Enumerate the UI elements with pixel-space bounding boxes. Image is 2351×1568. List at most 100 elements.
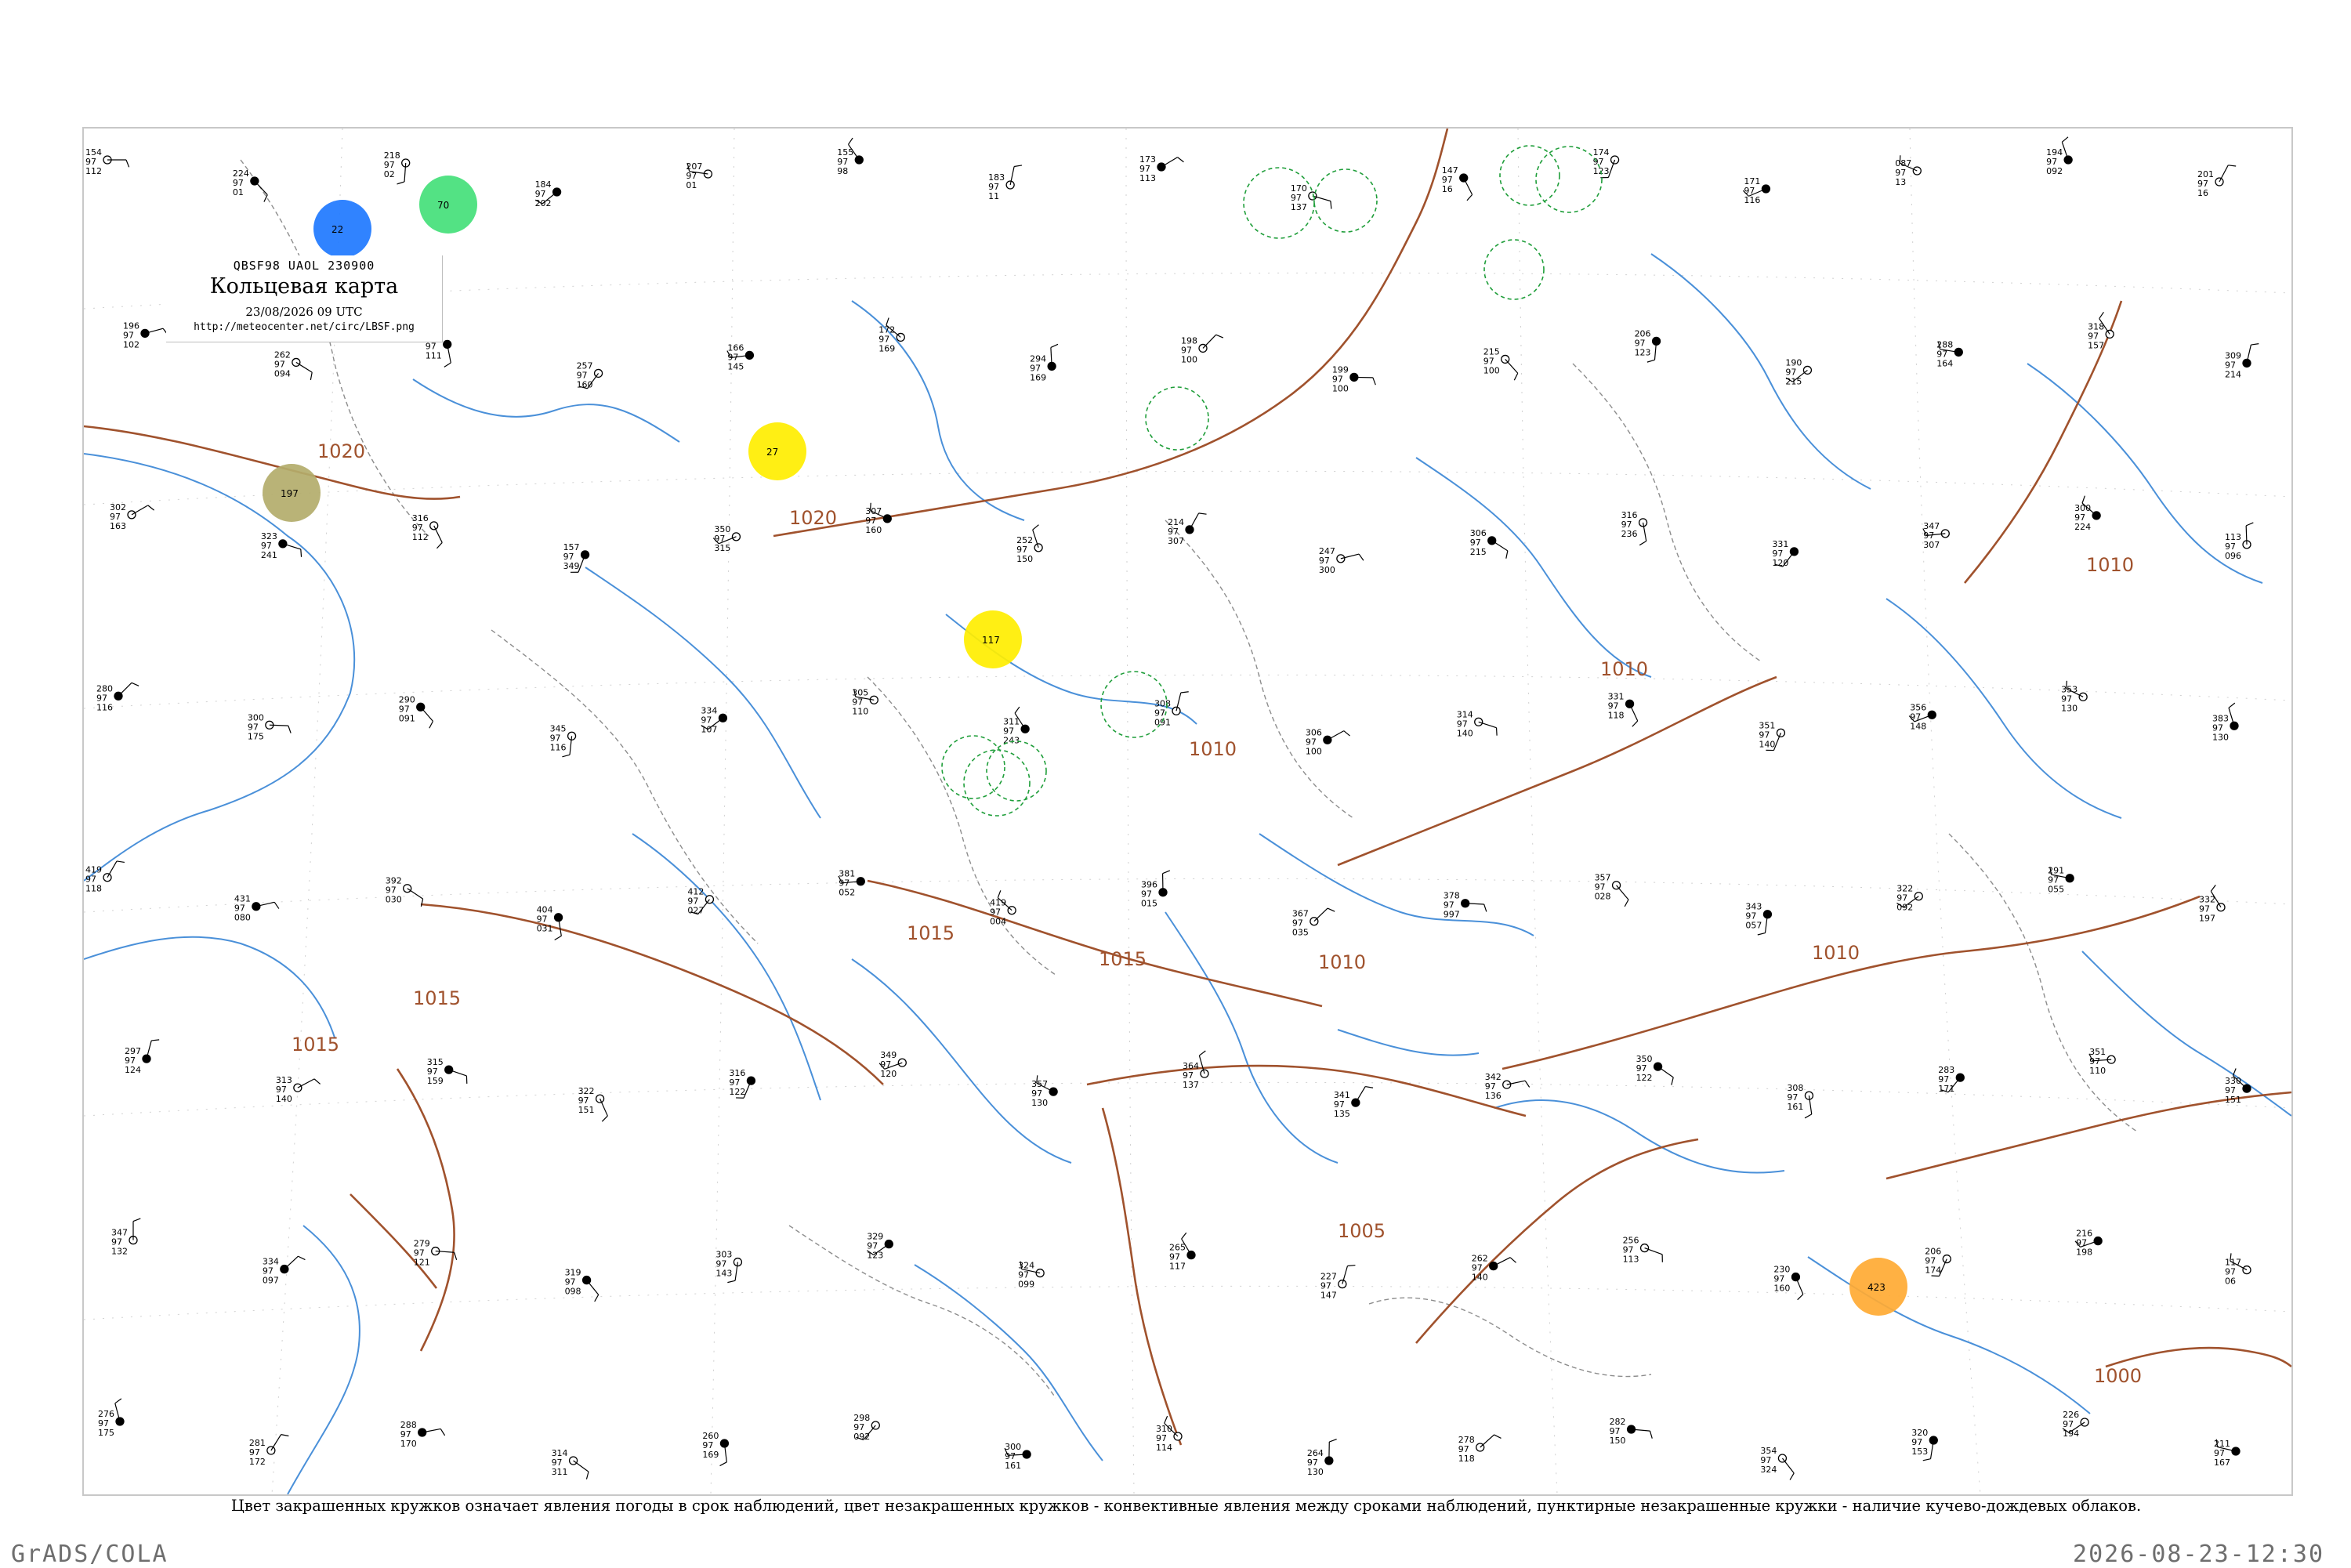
station-plot: 30097161 <box>1005 1442 1031 1471</box>
wind-barb <box>296 362 312 372</box>
station-dewpoint: 092 <box>2046 166 2063 176</box>
wind-barb <box>1630 704 1638 721</box>
station-dewpoint: 140 <box>1759 739 1775 749</box>
wind-barb-feather <box>1510 1258 1516 1263</box>
station-dewpoint: 160 <box>865 525 882 535</box>
station-plot: 35497324 <box>1760 1446 1794 1480</box>
wind-barb <box>1203 335 1216 348</box>
station-dewpoint: 116 <box>550 742 567 752</box>
wind-barb-feather <box>1790 1473 1794 1480</box>
wind-barb-feather <box>301 549 302 557</box>
station-dewpoint: 130 <box>2061 703 2078 713</box>
station-dewpoint: 236 <box>1621 529 1638 539</box>
station-plot: 35797130 <box>1031 1075 1057 1108</box>
station-plot: 31497311 <box>552 1448 589 1479</box>
station-plot: 28197172 <box>249 1435 289 1467</box>
station-circle <box>252 903 260 911</box>
station-dewpoint: 01 <box>233 187 244 197</box>
station-dewpoint: 116 <box>1744 195 1760 205</box>
isobar-label: 1015 <box>907 922 955 944</box>
station-dewpoint: 06 <box>2225 1276 2236 1287</box>
wind-barb-feather <box>274 902 279 908</box>
station-dewpoint: 110 <box>2089 1066 2106 1076</box>
station-dewpoint: 151 <box>2225 1095 2241 1105</box>
station-plot: 28897170 <box>400 1420 445 1449</box>
station-plot: 19997100 <box>1332 364 1375 393</box>
wind-barb-feather <box>1650 1431 1652 1439</box>
station-circle <box>103 874 111 882</box>
station-dewpoint: 16 <box>1442 184 1453 194</box>
station-plot: 26497130 <box>1307 1439 1337 1477</box>
station-plot: 16697145 <box>727 342 754 371</box>
station-plot: 32297092 <box>1896 884 1922 913</box>
station-dewpoint: 11 <box>988 191 999 201</box>
station-plot: 21597100 <box>1483 346 1518 380</box>
weather-highlight-label: 70 <box>437 200 449 211</box>
map-url[interactable]: http://meteocenter.net/circ/LBSF.png <box>166 321 442 333</box>
station-dewpoint: 123 <box>867 1251 883 1261</box>
station-plot: 30597110 <box>852 687 878 716</box>
map-legend-caption: Цвет закрашенных кружков означает явлени… <box>82 1497 2290 1515</box>
station-plot: 32397241 <box>261 531 302 560</box>
station-plot: 36797035 <box>1292 908 1335 938</box>
station-dewpoint: 307 <box>1923 540 1940 550</box>
station-plot: 19897100 <box>1181 335 1223 364</box>
station-plot: 31897157 <box>2088 312 2114 350</box>
wind-barb <box>1356 1087 1365 1103</box>
station-dewpoint: 130 <box>2212 732 2229 742</box>
station-plot: 0879713 <box>1895 155 1921 187</box>
station-dewpoint: 091 <box>1154 717 1171 727</box>
station-dewpoint: 214 <box>2225 369 2241 379</box>
station-dewpoint: 107 <box>701 724 717 734</box>
station-dewpoint: 307 <box>1168 536 1184 546</box>
station-dewpoint: 349 <box>563 561 580 571</box>
isobar-label: 1020 <box>789 507 837 529</box>
station-dewpoint: 130 <box>1031 1098 1048 1108</box>
wind-barb-feather <box>1051 344 1058 347</box>
isobar-label: 1010 <box>1812 942 1860 964</box>
station-dewpoint: 055 <box>2048 885 2064 895</box>
station-plot: 24797300 <box>1319 546 1364 575</box>
station-dewpoint: 097 <box>263 1276 279 1286</box>
station-dewpoint: 121 <box>414 1258 430 1268</box>
station-plot: 15497112 <box>85 147 129 176</box>
wind-barb-feather <box>2099 312 2104 318</box>
station-dewpoint: 224 <box>2074 522 2091 532</box>
synoptic-map[interactable]: 1020102010151015101510151010101010101010… <box>82 127 2293 1496</box>
software-credit: GrADS/COLA <box>11 1541 168 1568</box>
station-plot: 30097224 <box>2074 496 2100 532</box>
station-plot: 25697113 <box>1623 1236 1663 1265</box>
station-plot: 34197135 <box>1334 1087 1373 1120</box>
station-plot: 32097153 <box>1911 1428 1937 1461</box>
station-dewpoint: 159 <box>427 1076 444 1086</box>
wind-barb-feather <box>1625 900 1628 907</box>
station-dewpoint: 160 <box>577 379 593 389</box>
wind-barb-feather <box>1178 158 1184 162</box>
wind-barb-feather <box>1639 541 1646 545</box>
weather-highlight: 197 <box>263 464 321 522</box>
station-dewpoint: 052 <box>839 888 855 898</box>
station-plot: 35397130 <box>2061 681 2087 713</box>
station-plot: 2189702 <box>384 150 410 184</box>
station-dewpoint: 122 <box>729 1087 745 1097</box>
wind-barb-feather <box>397 182 404 184</box>
station-plot: 27997121 <box>414 1239 457 1268</box>
station-plot: 38197052 <box>839 869 864 898</box>
station-dewpoint: 118 <box>85 884 102 894</box>
wind-barb-feather <box>132 683 139 686</box>
wind-barb <box>2219 165 2228 182</box>
wind-barb-feather <box>1514 373 1518 380</box>
wind-barb <box>284 1256 299 1269</box>
station-plot: 30897091 <box>1154 692 1189 728</box>
station-dewpoint: 140 <box>1472 1273 1488 1283</box>
station-plot: 17197116 <box>1743 176 1770 205</box>
station-dewpoint: 112 <box>412 532 429 542</box>
wind-barb-feather <box>288 726 291 733</box>
station-plot: 20697123 <box>1635 328 1661 362</box>
wind-barb-feather <box>1015 707 1020 713</box>
isobar-label: 1020 <box>317 440 365 462</box>
station-dewpoint: 092 <box>1896 903 1913 913</box>
station-dewpoint: 16 <box>2197 188 2208 198</box>
station-dewpoint: 151 <box>578 1105 595 1115</box>
station-plot: 30997214 <box>2225 344 2259 380</box>
